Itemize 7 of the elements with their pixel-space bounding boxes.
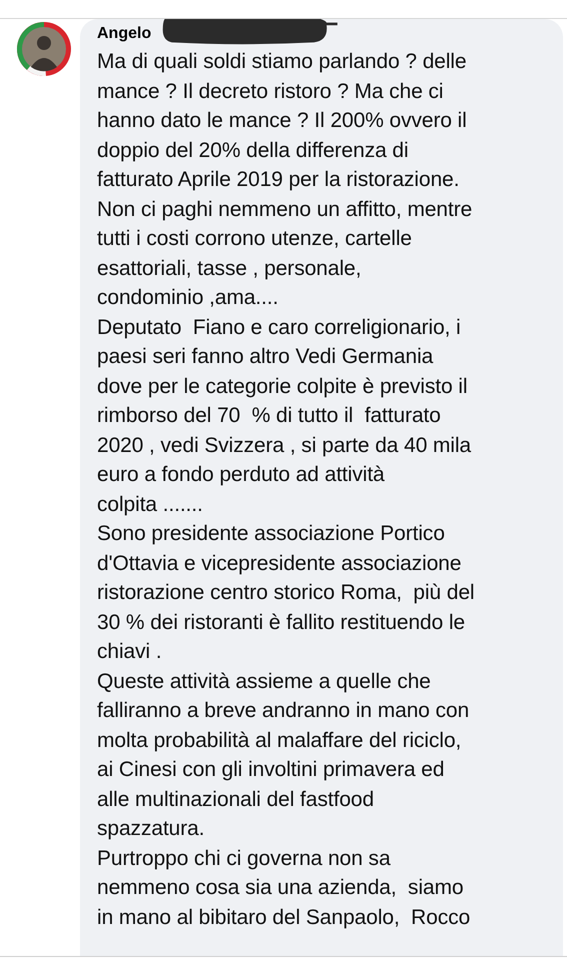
comment-paragraph: Purtroppo chi ci governa non sa nemmeno cosa sia una azienda, siamo in mano al bibitaro del Sanpaolo, Rocco <box>97 846 472 930</box>
comment-paragraph: Ma di quali soldi stiamo parlando ? delle mance ? Il decreto ristoro ? Ma che ci hanno dato le mance ? Il 200% ovvero il doppio del 20% della differenza di fatturato Aprile 2019 per la ristorazione. Non ci paghi nemmeno un affitto, mentre tutti i costi corrono utenze, cartelle esattoriali, tasse , personale, condominio ,ama.... <box>97 49 474 311</box>
comment-paragraph: Deputato Fiano e caro correligionario, i paesi seri fanno altro Vedi Germania dove per le categorie colpite è previsto il rimborso del 70 % di tutto il fatturato 2020 , vedi Svizzera , si parte da 40 mila euro a fondo perduto ad attività colpita ....... <box>97 314 472 518</box>
author-name[interactable]: Angelo <box>97 25 152 43</box>
comment-paragraph: Queste attività assieme a quelle che falliranno a breve andranno in mano con molta probabilità al malaffare del riciclo, ai Cinesi con gli involtini primavera ed alle multinazionali del fastfood spazzatura. <box>97 668 470 842</box>
comment-paragraph: Sono presidente associazione Portico d'Ottavia e vicepresidente associazione ristorazione centro storico Roma, più del 30 % dei ristoranti è fallito restituendo le chiavi . <box>97 521 476 665</box>
avatar-icon[interactable] <box>16 21 72 77</box>
